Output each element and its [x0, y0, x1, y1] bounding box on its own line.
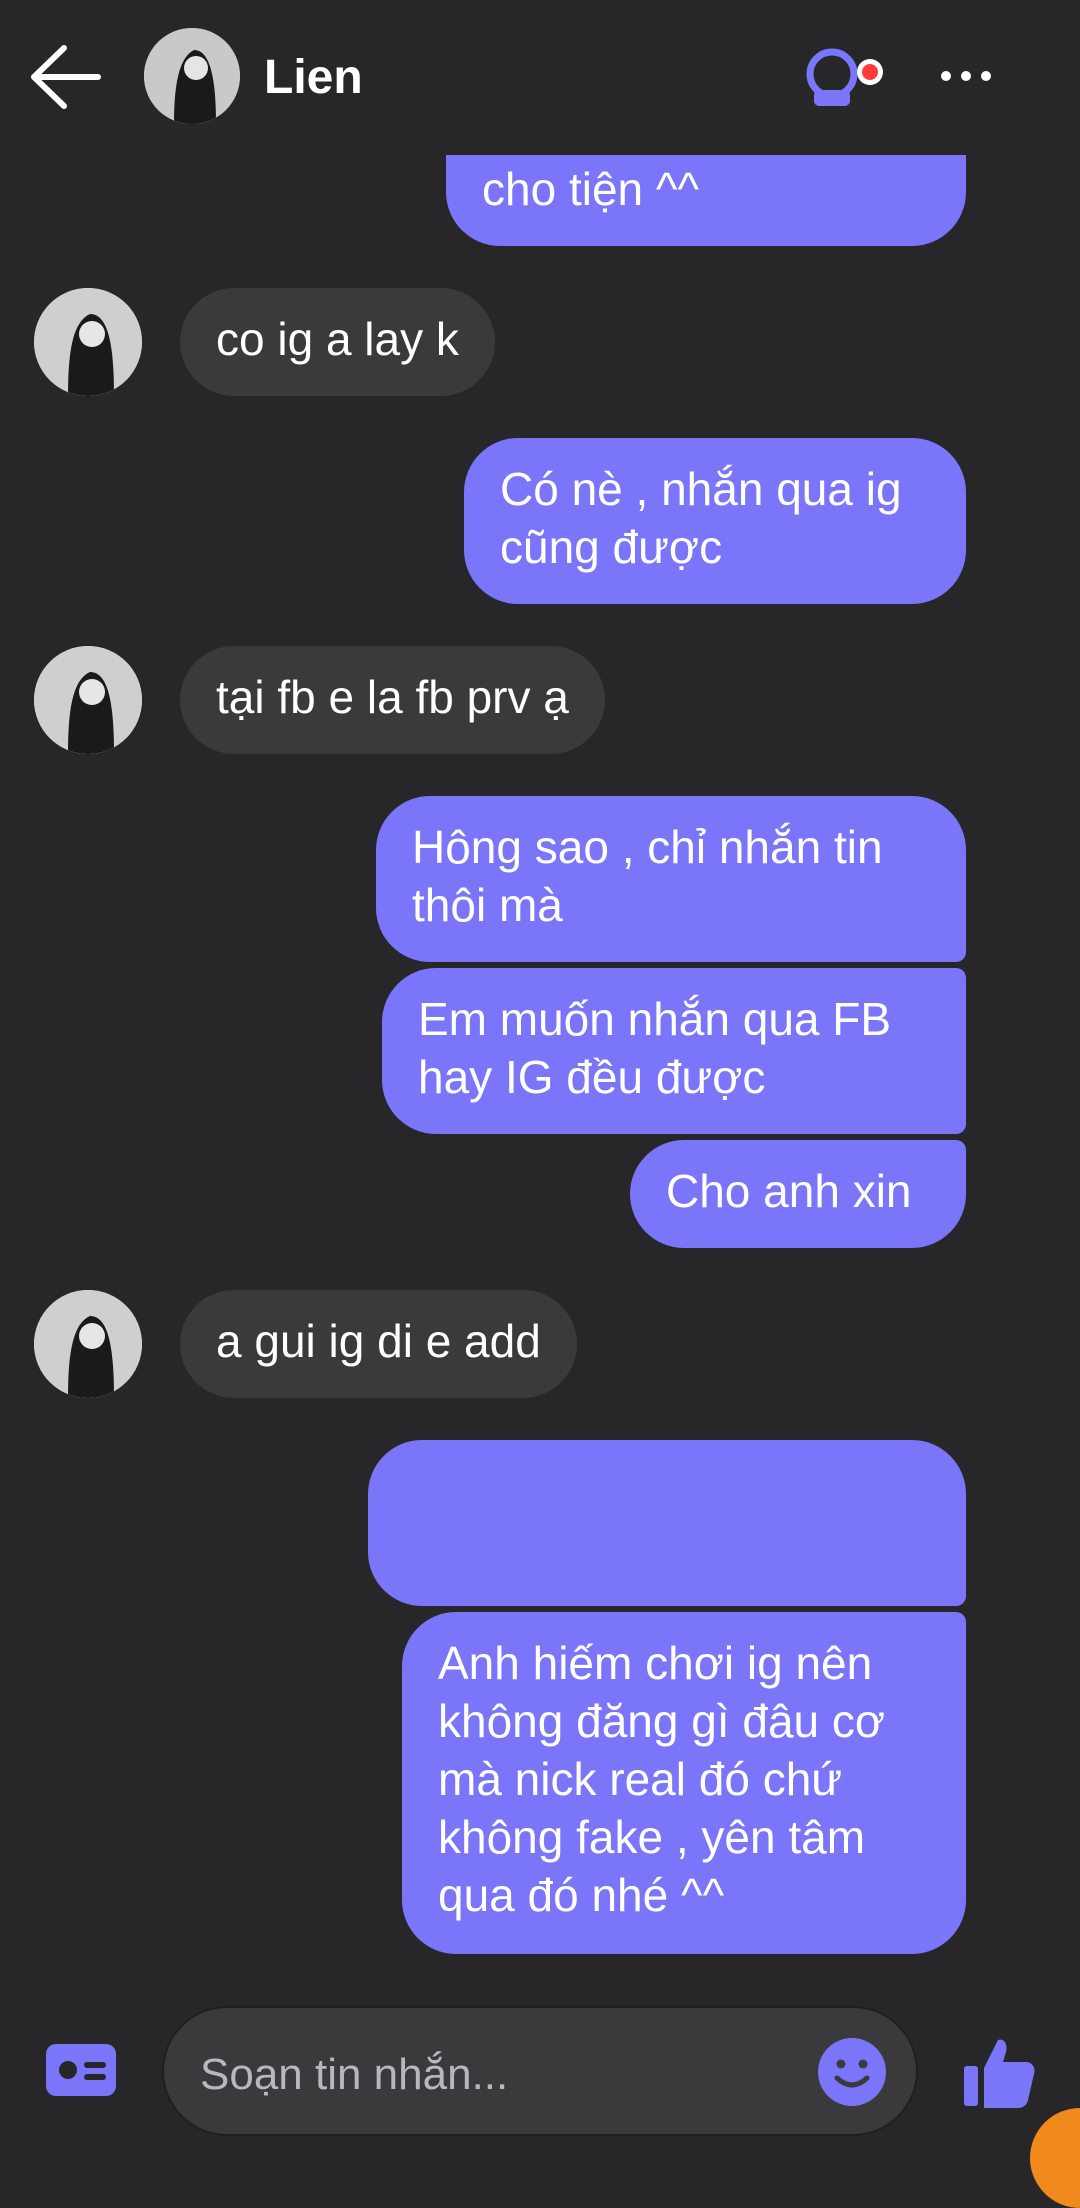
- thumbs-up-icon: [964, 2039, 1035, 2108]
- contact-card-button[interactable]: [44, 2040, 118, 2100]
- outgoing-message[interactable]: Em muốn nhắn qua FB hay IG đều được: [382, 968, 966, 1134]
- chat-header: Lien: [0, 0, 1080, 155]
- message-input[interactable]: Soạn tin nhắn...: [162, 2006, 918, 2136]
- outgoing-message-redacted[interactable]: [368, 1440, 966, 1606]
- incoming-message[interactable]: tại fb e la fb prv ạ: [180, 646, 605, 754]
- outgoing-message[interactable]: Anh hiếm chơi ig nên không đăng gì đâu c…: [402, 1612, 966, 1954]
- emoji-button[interactable]: [816, 2036, 888, 2108]
- more-dots-icon: [941, 71, 991, 81]
- outgoing-message[interactable]: Hông sao , chỉ nhắn tin thôi mà: [376, 796, 966, 962]
- contact-avatar[interactable]: [144, 28, 240, 124]
- emoji-icon: [818, 2038, 886, 2106]
- outgoing-message[interactable]: Cho anh xin: [630, 1140, 966, 1248]
- video-call-icon: [806, 48, 883, 106]
- incoming-message[interactable]: co ig a lay k: [180, 288, 495, 396]
- sender-avatar[interactable]: [34, 1290, 142, 1398]
- incoming-message[interactable]: a gui ig di e add: [180, 1290, 577, 1398]
- message-input-placeholder: Soạn tin nhắn...: [200, 2050, 509, 2099]
- contact-card-icon: [46, 2044, 116, 2096]
- message-composer: Soạn tin nhắn...: [0, 1990, 1080, 2158]
- video-call-button[interactable]: [800, 44, 890, 114]
- like-button[interactable]: [958, 2032, 1038, 2112]
- more-options-button[interactable]: [936, 58, 996, 98]
- sender-avatar[interactable]: [34, 288, 142, 396]
- back-button[interactable]: [28, 40, 108, 114]
- contact-name[interactable]: Lien: [264, 50, 363, 105]
- sender-avatar[interactable]: [34, 646, 142, 754]
- outgoing-message[interactable]: Có nè , nhắn qua ig cũng được: [464, 438, 966, 604]
- arrow-left-icon: [31, 45, 101, 109]
